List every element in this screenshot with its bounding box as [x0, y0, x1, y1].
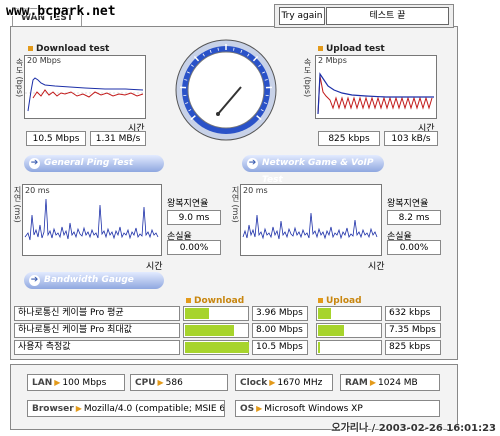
game-graph-svg: [242, 212, 378, 240]
download-mbs-value: 1.31 MB/s: [90, 131, 146, 146]
speedometer-dial: [175, 39, 277, 141]
arrow-right-icon: ➔: [29, 158, 40, 169]
ping-rtt-value: 9.0 ms: [167, 210, 221, 225]
bullet-icon: [318, 298, 323, 303]
upload-gauge-value: 825 kbps: [385, 340, 441, 355]
download-gauge-fill: [185, 342, 249, 353]
bandwidth-download-header: Download: [186, 296, 244, 306]
download-gauge-value: 3.96 Mbps: [252, 306, 308, 321]
download-gauge-fill: [185, 325, 234, 336]
upload-gauge-fill: [318, 342, 320, 353]
download-gauge: [183, 306, 249, 321]
try-again-button[interactable]: Try again: [279, 7, 325, 25]
arrow-icon: ▶: [157, 378, 164, 387]
upload-gauge: [316, 306, 382, 321]
upload-gauge: [316, 340, 382, 355]
arrow-right-icon: ➔: [29, 275, 40, 286]
arrow-right-icon: ➔: [247, 158, 258, 169]
lan-info: LAN ▶ 100 Mbps: [27, 374, 125, 391]
game-rtt-value: 8.2 ms: [387, 210, 441, 225]
arrow-icon: ▶: [75, 404, 82, 413]
arrow-icon: ▶: [369, 378, 377, 387]
upload-graph-svg: [317, 72, 434, 115]
download-graph-svg: [25, 77, 145, 112]
cpu-info: CPU ▶ 586: [130, 374, 228, 391]
bullet-icon: [28, 46, 33, 51]
upload-gauge-fill: [318, 308, 331, 319]
bandwidth-row-label: 하나로통신 케이블 Pro 평균: [14, 306, 180, 321]
ping-x-label: 시간: [146, 262, 163, 272]
game-rtt-label: 왕복지연율: [387, 199, 429, 209]
arrow-icon: ▶: [54, 378, 61, 387]
ram-info: RAM ▶ 1024 MB: [340, 374, 440, 391]
download-gauge-value: 10.5 Mbps: [252, 340, 308, 355]
download-gauge: [183, 340, 249, 355]
speedometer: [174, 38, 278, 142]
upload-gauge-value: 632 kbps: [385, 306, 441, 321]
upload-scale: 2 Mbps: [318, 56, 347, 65]
upload-gauge: [316, 323, 382, 338]
download-title: Download test: [28, 44, 109, 54]
bandwidth-upload-header: Upload: [318, 296, 362, 306]
ping-section-bar: ➔ General Ping Test: [24, 155, 164, 172]
bullet-icon: [318, 46, 323, 51]
dial-tick: [217, 47, 219, 51]
download-mbps-value: 10.5 Mbps: [26, 131, 86, 146]
download-gauge-fill: [185, 308, 210, 319]
download-gauge-value: 8.00 Mbps: [252, 323, 308, 338]
upload-gauge-fill: [318, 325, 344, 336]
download-gauge: [183, 323, 249, 338]
download-scale: 20 Mbps: [27, 56, 61, 65]
clock-info: Clock ▶ 1670 MHz: [235, 374, 333, 391]
dial-tick: [233, 47, 235, 51]
ping-graph-svg: [24, 198, 159, 241]
ping-rtt-label: 왕복지연율: [167, 199, 209, 209]
arrow-icon: ▶: [256, 404, 263, 413]
game-loss-value: 0.00%: [387, 240, 441, 255]
bandwidth-section-bar: ➔ Bandwidth Gauge: [24, 272, 164, 289]
game-scale: 20 ms: [243, 186, 268, 195]
upload-gauge-value: 7.35 Mbps: [385, 323, 441, 338]
game-x-label: 시간: [368, 262, 385, 272]
upload-kbps-value: 825 kbps: [318, 131, 380, 146]
ping-scale: 20 ms: [25, 186, 50, 195]
bullet-icon: [186, 298, 191, 303]
arrow-icon: ▶: [269, 378, 276, 387]
os-info: OS ▶ Microsoft Windows XP: [235, 400, 440, 417]
upload-title: Upload test: [318, 44, 385, 54]
bandwidth-row-label: 사용자 측정값: [14, 340, 180, 355]
status-text: 테스트 끝: [326, 7, 449, 25]
browser-info: Browser ▶ Mozilla/4.0 (compatible; MSIE 6.…: [27, 400, 225, 417]
ping-loss-value: 0.00%: [167, 240, 221, 255]
corner-stamp: 오가리나 / 2003-02-26 16:01:23: [331, 423, 496, 434]
game-section-bar: ➔ Network Game & VoIP Test: [242, 155, 384, 185]
upload-kbs-value: 103 kB/s: [384, 131, 438, 146]
upload-y-label: 속도 (bps): [303, 58, 312, 98]
bandwidth-row-label: 하나로통신 케이블 Pro 최대값: [14, 323, 180, 338]
watermark: www.bcpark.net: [6, 4, 116, 19]
